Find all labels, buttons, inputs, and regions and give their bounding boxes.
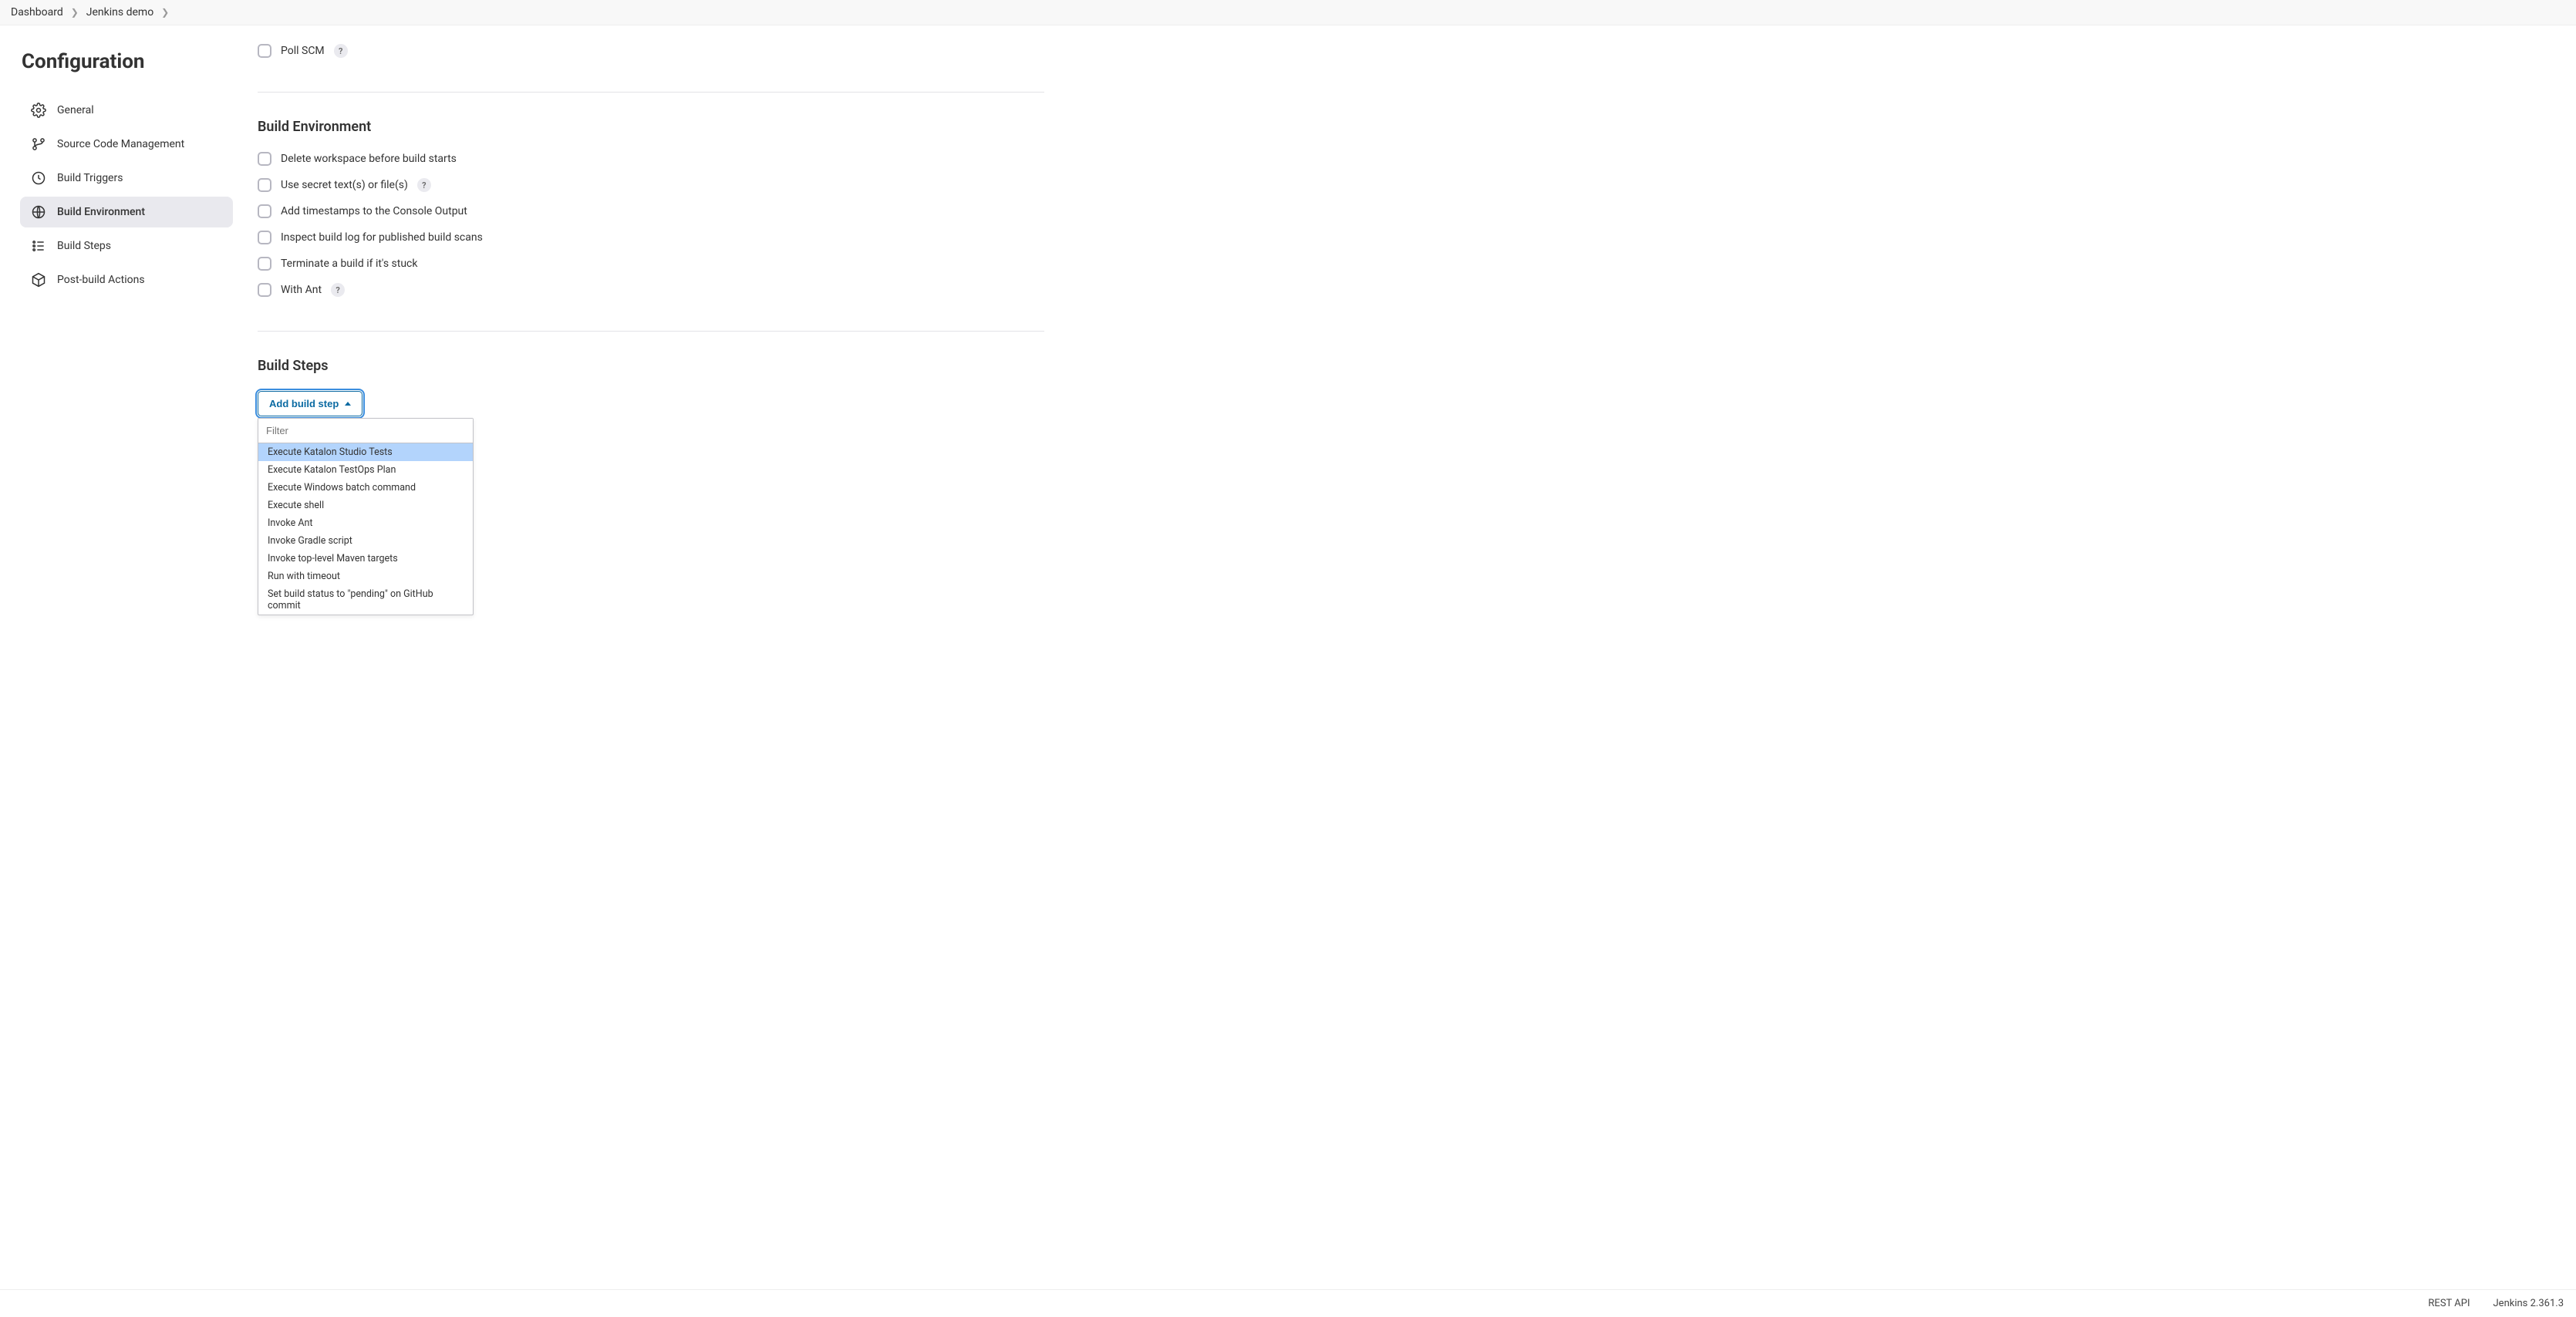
footer: REST API Jenkins 2.361.3 (0, 1289, 2576, 1317)
check-row-poll-scm: Poll SCM ? (258, 44, 1044, 58)
package-icon (31, 272, 46, 288)
section-build-environment: Build Environment Delete workspace befor… (258, 92, 1044, 331)
sidebar-item-build-environment[interactable]: Build Environment (20, 197, 233, 227)
checkbox-label: Delete workspace before build starts (281, 153, 457, 165)
sidebar-nav: General Source Code Management Build Tri… (20, 95, 233, 295)
checkbox-label: Add timestamps to the Console Output (281, 205, 467, 217)
branch-icon (31, 136, 46, 152)
sidebar-item-post-build[interactable]: Post-build Actions (20, 264, 233, 295)
checkbox-poll-scm[interactable] (258, 44, 271, 58)
check-row: With Ant ? (258, 283, 1044, 297)
check-row: Use secret text(s) or file(s) ? (258, 178, 1044, 192)
button-label: Add build step (269, 398, 339, 409)
sidebar-item-general[interactable]: General (20, 95, 233, 126)
caret-up-icon (345, 402, 351, 406)
sidebar-item-scm[interactable]: Source Code Management (20, 129, 233, 160)
check-row: Delete workspace before build starts (258, 152, 1044, 166)
checkbox-label: Inspect build log for published build sc… (281, 231, 483, 244)
dropdown-option[interactable]: Set build status to "pending" on GitHub … (258, 585, 473, 615)
checkbox-delete-workspace[interactable] (258, 152, 271, 166)
dropdown-option[interactable]: Execute Katalon Studio Tests (258, 443, 473, 461)
breadcrumb-project[interactable]: Jenkins demo (86, 6, 153, 19)
checkbox-label: Use secret text(s) or file(s) (281, 179, 408, 191)
checkbox-timestamps[interactable] (258, 204, 271, 218)
checkbox-terminate-stuck[interactable] (258, 257, 271, 271)
checkbox-label: With Ant (281, 284, 322, 296)
page-title: Configuration (22, 50, 233, 73)
section-title: Build Steps (258, 358, 1044, 374)
dropdown-option[interactable]: Invoke top-level Maven targets (258, 550, 473, 568)
sidebar-item-build-steps[interactable]: Build Steps (20, 231, 233, 261)
dropdown-option[interactable]: Execute Windows batch command (258, 479, 473, 497)
sidebar-item-label: Build Triggers (57, 172, 123, 184)
sidebar: Configuration General Source Code Manage… (11, 41, 242, 440)
breadcrumb: Dashboard ❯ Jenkins demo ❯ (0, 0, 2576, 25)
main-content: Poll SCM ? Build Environment Delete work… (258, 41, 1044, 440)
dropdown-option[interactable]: Run with timeout (258, 568, 473, 585)
dropdown-option[interactable]: Execute Katalon TestOps Plan (258, 461, 473, 479)
check-row: Inspect build log for published build sc… (258, 231, 1044, 244)
sidebar-item-triggers[interactable]: Build Triggers (20, 163, 233, 194)
sidebar-item-label: Build Steps (57, 240, 111, 252)
checkbox-label: Poll SCM (281, 45, 325, 57)
sidebar-item-label: Build Environment (57, 206, 145, 218)
chevron-right-icon: ❯ (161, 7, 169, 18)
dropdown-options: Execute Katalon Studio Tests Execute Kat… (258, 443, 473, 615)
check-row: Add timestamps to the Console Output (258, 204, 1044, 218)
checkbox-with-ant[interactable] (258, 283, 271, 297)
chevron-right-icon: ❯ (71, 7, 79, 18)
build-step-dropdown: Execute Katalon Studio Tests Execute Kat… (258, 418, 474, 615)
steps-icon (31, 238, 46, 254)
add-build-step-button[interactable]: Add build step (258, 391, 362, 416)
section-build-steps: Build Steps Add build step Execute Katal… (258, 331, 1044, 440)
sidebar-item-label: Source Code Management (57, 138, 184, 150)
checkbox-secret-text[interactable] (258, 178, 271, 192)
globe-icon (31, 204, 46, 220)
breadcrumb-dashboard[interactable]: Dashboard (11, 6, 63, 19)
checkbox-label: Terminate a build if it's stuck (281, 258, 417, 270)
version-label[interactable]: Jenkins 2.361.3 (2493, 1298, 2564, 1309)
check-row: Terminate a build if it's stuck (258, 257, 1044, 271)
dropdown-option[interactable]: Invoke Ant (258, 514, 473, 532)
rest-api-link[interactable]: REST API (2428, 1298, 2470, 1309)
filter-input[interactable] (258, 419, 473, 443)
sidebar-item-label: Post-build Actions (57, 274, 145, 286)
help-icon[interactable]: ? (331, 283, 345, 297)
help-icon[interactable]: ? (334, 44, 348, 58)
dropdown-option[interactable]: Invoke Gradle script (258, 532, 473, 550)
clock-icon (31, 170, 46, 186)
gear-icon (31, 103, 46, 118)
dropdown-option[interactable]: Execute shell (258, 497, 473, 514)
checkbox-inspect-log[interactable] (258, 231, 271, 244)
section-title: Build Environment (258, 119, 1044, 135)
help-icon[interactable]: ? (417, 178, 431, 192)
section-triggers-tail: Poll SCM ? (258, 44, 1044, 92)
sidebar-item-label: General (57, 104, 94, 116)
